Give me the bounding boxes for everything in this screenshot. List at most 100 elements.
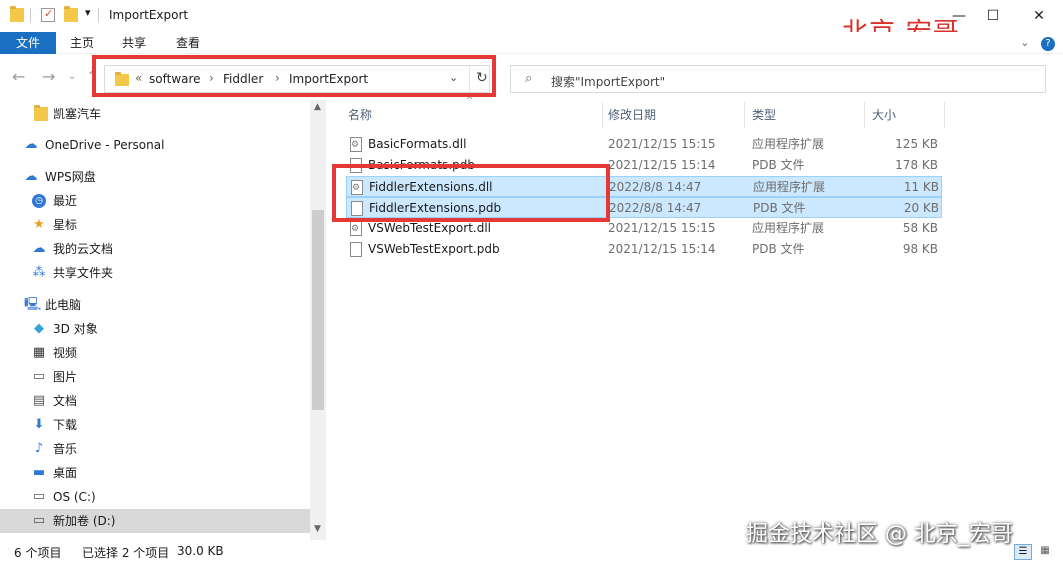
file-date: 2021/12/15 15:14 — [608, 242, 716, 256]
share-icon: ⁂ — [32, 265, 46, 280]
music-icon: ♪ — [34, 441, 44, 456]
highlight-box-files — [332, 164, 610, 222]
sidebar-item[interactable]: ★ 星标 — [0, 213, 310, 237]
file-size: 20 KB — [903, 201, 939, 215]
sidebar-scrollbar[interactable]: ▲ ▼ — [310, 100, 326, 540]
file-type: PDB 文件 — [752, 242, 805, 256]
title-bar: ▾ ImportExport 北京-宏哥 — ☐ ✕ — [0, 0, 1063, 48]
sidebar-item[interactable]: ☁ OneDrive - Personal — [0, 133, 310, 157]
tab-file[interactable]: 文件 — [0, 32, 56, 54]
scroll-down-icon[interactable]: ▼ — [314, 524, 321, 534]
computer-icon: 🖳 — [24, 297, 42, 312]
forward-arrow-icon[interactable]: → — [42, 67, 55, 86]
tab-share[interactable]: 共享 — [118, 32, 150, 54]
tab-view[interactable]: 查看 — [172, 32, 204, 54]
column-header-type[interactable]: 类型 — [752, 106, 776, 123]
file-type: 应用程序扩展 — [753, 180, 826, 194]
sidebar-item-label: 共享文件夹 — [53, 266, 114, 280]
dll-icon — [350, 219, 362, 240]
new-folder-icon[interactable] — [64, 6, 78, 22]
sidebar-item[interactable]: ◆ 3D 对象 — [0, 317, 310, 341]
highlight-box-address — [92, 55, 496, 97]
sidebar-item[interactable]: ☁ 我的云文档 — [0, 237, 310, 261]
column-header-date[interactable]: 修改日期 — [608, 106, 656, 123]
ribbon-controls: ⌄ ? — [1020, 36, 1055, 51]
close-icon[interactable]: ✕ — [1024, 4, 1054, 28]
file-date: 2021/12/15 15:14 — [608, 158, 716, 172]
sidebar-item-label: OS (C:) — [53, 490, 96, 504]
properties-icon[interactable] — [41, 7, 55, 22]
download-icon: ⬇ — [33, 417, 45, 432]
folder-icon — [10, 6, 24, 22]
file-name: VSWebTestExport.pdb — [368, 242, 500, 256]
help-icon[interactable]: ? — [1041, 37, 1055, 51]
status-selected-count: 已选择 2 个项目 — [82, 546, 170, 560]
sidebar-item[interactable]: ◷ 最近 — [0, 189, 310, 213]
drive-icon: ▭ — [32, 513, 46, 528]
picture-icon: ▭ — [32, 369, 46, 384]
sidebar-item[interactable]: ☁ WPS网盘 — [0, 165, 310, 189]
ribbon-collapse-icon[interactable]: ⌄ — [1020, 36, 1029, 49]
ribbon-tabs: 文件 主页 共享 查看 ⌄ ? — [0, 32, 1063, 54]
divider — [98, 8, 99, 22]
star-icon: ★ — [33, 217, 45, 232]
details-view-icon[interactable]: ☰ — [1014, 544, 1032, 560]
file-type: 应用程序扩展 — [752, 137, 825, 151]
sidebar-item[interactable]: ⁂ 共享文件夹 — [0, 261, 310, 285]
sidebar-item-label: 桌面 — [53, 466, 78, 480]
column-header-size[interactable]: 大小 — [872, 106, 896, 123]
sidebar-item-label: 音乐 — [53, 442, 78, 456]
column-header-name[interactable]: 名称 — [348, 106, 372, 123]
sidebar-item[interactable]: 🖳 此电脑 — [0, 293, 310, 317]
sidebar-item-label: OneDrive - Personal — [45, 138, 165, 152]
minimize-icon[interactable]: — — [944, 4, 974, 28]
watermark-text: 掘金技术社区 @ 北京_宏哥 — [746, 522, 1013, 547]
recent-locations-icon[interactable]: ⌄ — [68, 71, 76, 82]
status-selected-size: 30.0 KB — [177, 544, 224, 558]
status-item-count: 6 个项目 — [14, 546, 62, 560]
large-icons-view-icon[interactable]: ▦ — [1036, 544, 1054, 560]
column-divider[interactable] — [864, 102, 865, 128]
file-date: 2021/12/15 15:15 — [608, 221, 716, 235]
sidebar-item[interactable]: 凯塞汽车 — [0, 102, 310, 126]
search-icon: ⌕ — [525, 71, 533, 86]
sidebar-item-selected[interactable]: ▭ 新加卷 (D:) — [0, 509, 310, 533]
sidebar-item-label: 此电脑 — [45, 298, 82, 312]
sidebar-item[interactable]: ▭ 图片 — [0, 365, 310, 389]
file-size: 58 KB — [902, 221, 938, 235]
cloud-icon: ☁ — [32, 241, 46, 256]
tab-home[interactable]: 主页 — [66, 32, 98, 54]
sort-indicator-icon: ^ — [466, 96, 474, 106]
file-row[interactable]: BasicFormats.dll 2021/12/15 15:15 应用程序扩展… — [346, 134, 942, 156]
sidebar-item[interactable]: ▭ OS (C:) — [0, 485, 310, 509]
file-size: 11 KB — [903, 180, 939, 194]
file-size: 98 KB — [902, 242, 938, 256]
file-row[interactable]: VSWebTestExport.pdb 2021/12/15 15:14 PDB… — [346, 239, 942, 260]
search-placeholder: 搜索"ImportExport" — [551, 75, 666, 89]
scroll-thumb[interactable] — [312, 210, 324, 410]
quick-access-dropdown-icon[interactable]: ▾ — [85, 6, 91, 19]
column-divider[interactable] — [602, 102, 603, 128]
file-name: BasicFormats.dll — [368, 137, 467, 151]
divider — [30, 8, 31, 22]
search-input[interactable]: ⌕ 搜索"ImportExport" — [510, 65, 1046, 93]
desktop-icon: ▬ — [32, 465, 46, 480]
column-divider[interactable] — [944, 102, 945, 128]
sidebar-item-label: WPS网盘 — [45, 170, 96, 184]
file-date: 2022/8/8 14:47 — [609, 180, 702, 194]
sidebar-item[interactable]: ▤ 文档 — [0, 389, 310, 413]
file-icon — [350, 242, 362, 257]
file-date: 2021/12/15 15:15 — [608, 137, 716, 151]
cube-icon: ◆ — [34, 321, 44, 336]
scroll-up-icon[interactable]: ▲ — [314, 102, 321, 112]
back-arrow-icon[interactable]: ← — [12, 67, 25, 86]
column-divider[interactable] — [744, 102, 745, 128]
document-icon: ▤ — [32, 393, 46, 408]
maximize-icon[interactable]: ☐ — [978, 4, 1008, 28]
sidebar-item-label: 下载 — [53, 418, 78, 432]
sidebar-item[interactable]: ⬇ 下载 — [0, 413, 310, 437]
folder-icon — [34, 105, 48, 121]
sidebar-item[interactable]: ▦ 视频 — [0, 341, 310, 365]
sidebar-item[interactable]: ♪ 音乐 — [0, 437, 310, 461]
sidebar-item[interactable]: ▬ 桌面 — [0, 461, 310, 485]
